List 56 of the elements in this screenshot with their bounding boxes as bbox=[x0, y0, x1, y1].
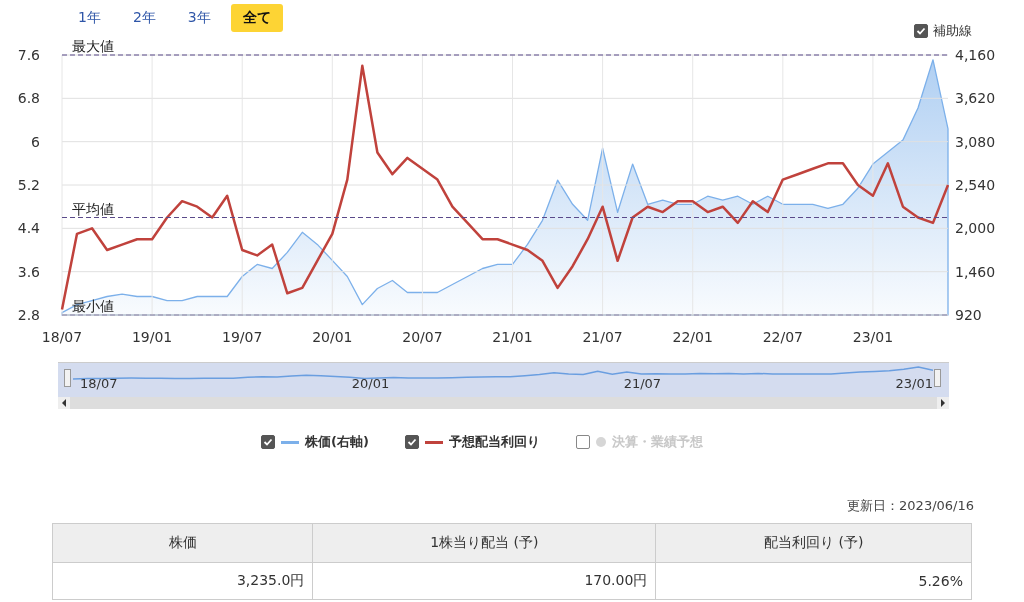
check-icon bbox=[263, 437, 274, 447]
legend-item[interactable]: 予想配当利回り bbox=[404, 433, 540, 451]
range-tab[interactable]: 2年 bbox=[120, 4, 168, 32]
scroll-right-icon[interactable] bbox=[937, 397, 949, 409]
navigator-date-label: 18/07 bbox=[80, 376, 118, 391]
axis-tick-label: 6.8 bbox=[17, 90, 40, 107]
axis-tick-label: 6 bbox=[31, 133, 40, 150]
range-handle[interactable] bbox=[934, 369, 941, 387]
column-header: 配当利回り (予) bbox=[655, 523, 972, 563]
check-icon bbox=[916, 26, 926, 36]
table-cell: 170.00円 bbox=[312, 562, 656, 600]
range-tab[interactable]: 1年 bbox=[66, 4, 113, 32]
range-handle[interactable] bbox=[64, 369, 71, 387]
check-icon bbox=[406, 437, 417, 447]
scrollbar[interactable] bbox=[58, 397, 949, 409]
axis-tick-label: 3,620 bbox=[955, 90, 996, 107]
axis-tick-label: 3,080 bbox=[955, 133, 996, 150]
axis-tick-label: 4.4 bbox=[17, 220, 40, 237]
axis-tick-label: 19/07 bbox=[222, 329, 263, 345]
reference-label: 平均値 bbox=[72, 200, 114, 217]
table-cell: 3,235.0円 bbox=[52, 562, 313, 600]
axis-tick-label: 3.6 bbox=[17, 263, 40, 280]
axis-tick-label: 4,160 bbox=[955, 47, 996, 63]
range-tab[interactable]: 全て bbox=[230, 4, 283, 32]
axis-tick-label: 23/01 bbox=[852, 329, 894, 345]
navigator-date-label: 21/07 bbox=[623, 376, 662, 391]
table-cell: 5.26% bbox=[655, 562, 972, 600]
legend-label: 予想配当利回り bbox=[448, 433, 540, 451]
axis-tick-label: 5.2 bbox=[17, 177, 40, 193]
axis-tick-label: 7.6 bbox=[17, 47, 40, 63]
scroll-left-icon[interactable] bbox=[58, 397, 70, 409]
axis-tick-label: 2,540 bbox=[955, 177, 996, 193]
axis-tick-label: 20/01 bbox=[312, 329, 353, 345]
navigator-panel[interactable]: 18/07 20/01 21/07 23/01 bbox=[58, 362, 949, 397]
axis-tick-label: 21/01 bbox=[492, 329, 533, 345]
range-tab[interactable]: 3年 bbox=[175, 4, 223, 32]
axis-tick-label: 22/07 bbox=[762, 329, 803, 345]
axis-tick-label: 920 bbox=[955, 307, 982, 323]
axis-tick-label: 1,460 bbox=[955, 263, 996, 280]
axis-tick-label: 2,000 bbox=[955, 220, 996, 237]
axis-tick-label: 18/07 bbox=[41, 329, 83, 345]
reference-label: 最小値 bbox=[72, 298, 114, 314]
column-header: 株価 bbox=[52, 523, 313, 563]
guide-lines-toggle[interactable]: 補助線 bbox=[914, 22, 972, 40]
axis-tick-label: 19/01 bbox=[131, 329, 173, 345]
navigator-date-label: 23/01 bbox=[895, 376, 933, 391]
axis-tick-label: 22/01 bbox=[672, 329, 713, 345]
axis-tick-label: 21/07 bbox=[582, 329, 623, 345]
navigator-date-label: 20/01 bbox=[351, 376, 390, 391]
column-header: 1株当り配当 (予) bbox=[312, 523, 656, 563]
reference-label: 最大値 bbox=[72, 40, 114, 54]
legend-item[interactable]: 株価(右軸) bbox=[261, 433, 369, 451]
axis-tick-label: 20/07 bbox=[402, 329, 443, 345]
update-date: 更新日：2023/06/16 bbox=[847, 497, 974, 515]
legend-label: 株価(右軸) bbox=[305, 433, 369, 451]
axis-tick-label: 2.8 bbox=[17, 307, 40, 323]
